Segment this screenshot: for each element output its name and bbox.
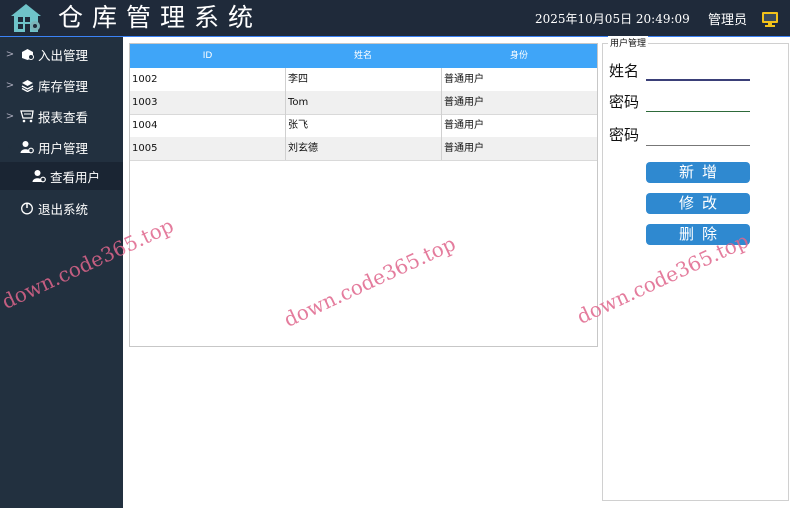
password-confirm-field[interactable] [646,129,750,146]
cell-name: 李四 [285,68,441,91]
users-table: ID 姓名 身份 1002 李四 普通用户 1003 Tom 普通用户 1004… [129,43,598,347]
power-icon [19,200,35,216]
sidebar-item-reports[interactable]: > 报表查看 [0,103,123,129]
table-header: ID 姓名 身份 [130,44,597,68]
sidebar-item-inventory[interactable]: > 库存管理 [0,72,123,98]
name-field[interactable] [646,63,750,81]
app-title: 仓库管理系统 [58,3,263,32]
name-label: 姓名 [609,62,640,80]
box-icon [19,46,35,62]
column-header-name[interactable]: 姓名 [285,44,441,68]
chevron-right-icon: > [5,79,15,91]
cell-name: 张飞 [285,114,441,137]
cell-name: 刘玄德 [285,137,441,160]
cell-role: 普通用户 [441,137,597,160]
datetime-display: 2025年10月05日 20:49:09 [535,12,690,26]
panel-title: 用户管理 [608,36,649,49]
table-row[interactable]: 1002 李四 普通用户 [130,68,597,92]
cell-role: 普通用户 [441,91,597,114]
user-gear-icon [19,139,35,155]
layers-icon [19,77,35,93]
table-row[interactable]: 1005 刘玄德 普通用户 [130,137,597,161]
cell-name: Tom [285,91,441,114]
password-confirm-label: 密码 [609,126,640,144]
sidebar-item-label: 入出管理 [38,47,89,63]
sidebar-item-label: 报表查看 [38,109,89,125]
warehouse-logo-icon [11,4,41,32]
sidebar-item-label: 用户管理 [38,140,89,156]
chevron-down-icon: v [7,141,13,153]
cell-role: 普通用户 [441,68,597,91]
add-user-button[interactable]: 新增 [646,162,750,183]
column-header-id[interactable]: ID [130,44,285,68]
cell-id: 1003 [132,97,158,108]
current-user-label: 管理员 [708,13,748,28]
sidebar-subitem-label: 查看用户 [50,169,101,185]
monitor-user-icon[interactable] [760,8,780,28]
sidebar-item-users[interactable]: v 用户管理 [0,134,123,160]
chevron-right-icon: > [5,110,15,122]
sidebar-item-logout[interactable]: 退出系统 [0,195,123,221]
table-row[interactable]: 1004 张飞 普通用户 [130,114,597,138]
cell-id: 1004 [132,120,158,131]
sidebar-nav: > 入出管理 > 库存管理 > 报表查看 v 用户管理 查看用户 退出系统 [0,37,123,508]
sidebar-subitem-view-users[interactable]: 查看用户 [0,162,123,190]
cell-id: 1005 [132,143,158,154]
delete-user-button[interactable]: 删除 [646,224,750,245]
password-label: 密码 [609,93,640,111]
column-header-role[interactable]: 身份 [441,44,597,68]
cell-role: 普通用户 [441,114,597,137]
table-row[interactable]: 1003 Tom 普通用户 [130,91,597,115]
edit-user-button[interactable]: 修改 [646,193,750,214]
sidebar-item-label: 退出系统 [38,201,89,217]
chevron-right-icon: > [5,48,15,60]
cart-icon [19,108,35,124]
password-field[interactable] [646,95,750,112]
sidebar-item-label: 库存管理 [38,78,89,94]
user-gear-icon [32,169,46,183]
cell-id: 1002 [132,74,158,85]
top-header: 仓库管理系统 2025年10月05日 20:49:09 管理员 [0,0,790,36]
sidebar-item-inout[interactable]: > 入出管理 [0,41,123,67]
